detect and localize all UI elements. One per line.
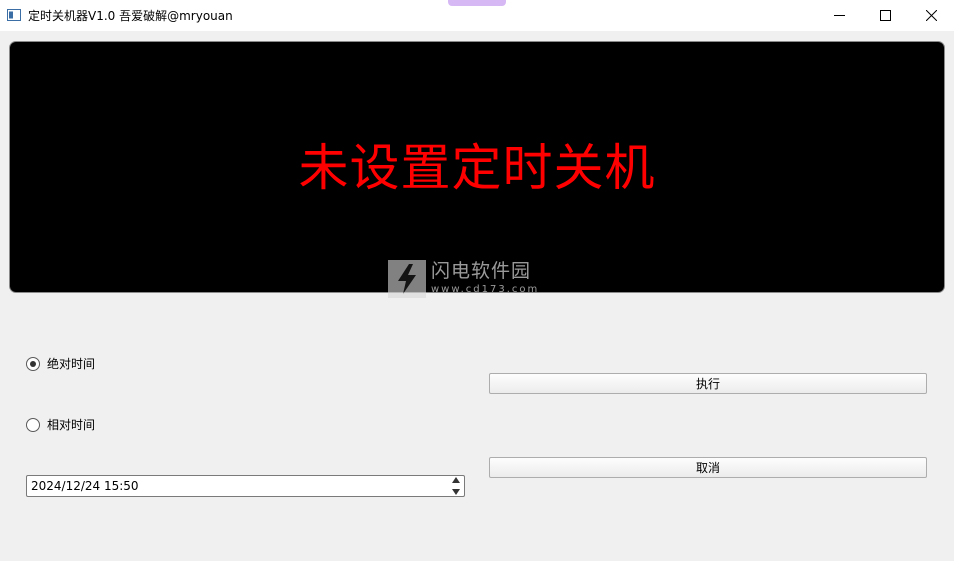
shutdown-status-text: 未设置定时关机 — [298, 139, 656, 197]
relative-time-label: 相对时间 — [47, 418, 96, 432]
title-bar[interactable]: 定时关机器V1.0 吾爱破解@mryouan — [0, 0, 954, 31]
minimize-button[interactable] — [816, 0, 862, 31]
watermark-url: www.cd173.com — [431, 284, 540, 295]
window-title: 定时关机器V1.0 吾爱破解@mryouan — [28, 9, 233, 23]
absolute-time-radio[interactable]: 绝对时间 — [26, 355, 95, 372]
radio-checked-icon[interactable] — [26, 356, 40, 371]
datetime-spinner[interactable] — [450, 477, 462, 495]
close-icon — [925, 10, 937, 21]
close-button[interactable] — [908, 0, 954, 31]
datetime-input[interactable]: 2024/12/24 15:50 — [26, 475, 465, 497]
watermark-name: 闪电软件园 — [431, 260, 532, 282]
lightning-logo-icon — [388, 260, 426, 298]
absolute-time-label: 绝对时间 — [47, 357, 96, 371]
datetime-value[interactable]: 2024/12/24 15:50 — [31, 479, 139, 493]
app-window: 定时关机器V1.0 吾爱破解@mryouan 未设置定时关机 闪电软件园 www… — [0, 0, 954, 561]
spin-down-icon[interactable] — [452, 489, 460, 495]
app-icon — [7, 9, 21, 21]
watermark: 闪电软件园 www.cd173.com — [388, 260, 539, 300]
maximize-icon — [879, 10, 891, 21]
maximize-button[interactable] — [862, 0, 908, 31]
snap-handle[interactable] — [448, 0, 506, 6]
spin-up-icon[interactable] — [452, 477, 460, 483]
relative-time-radio[interactable]: 相对时间 — [26, 416, 95, 433]
execute-button[interactable]: 执行 — [489, 373, 927, 394]
status-display: 未设置定时关机 闪电软件园 www.cd173.com — [9, 41, 945, 298]
minimize-icon — [833, 15, 845, 16]
cancel-button[interactable]: 取消 — [489, 457, 927, 478]
radio-unchecked-icon[interactable] — [26, 417, 40, 432]
